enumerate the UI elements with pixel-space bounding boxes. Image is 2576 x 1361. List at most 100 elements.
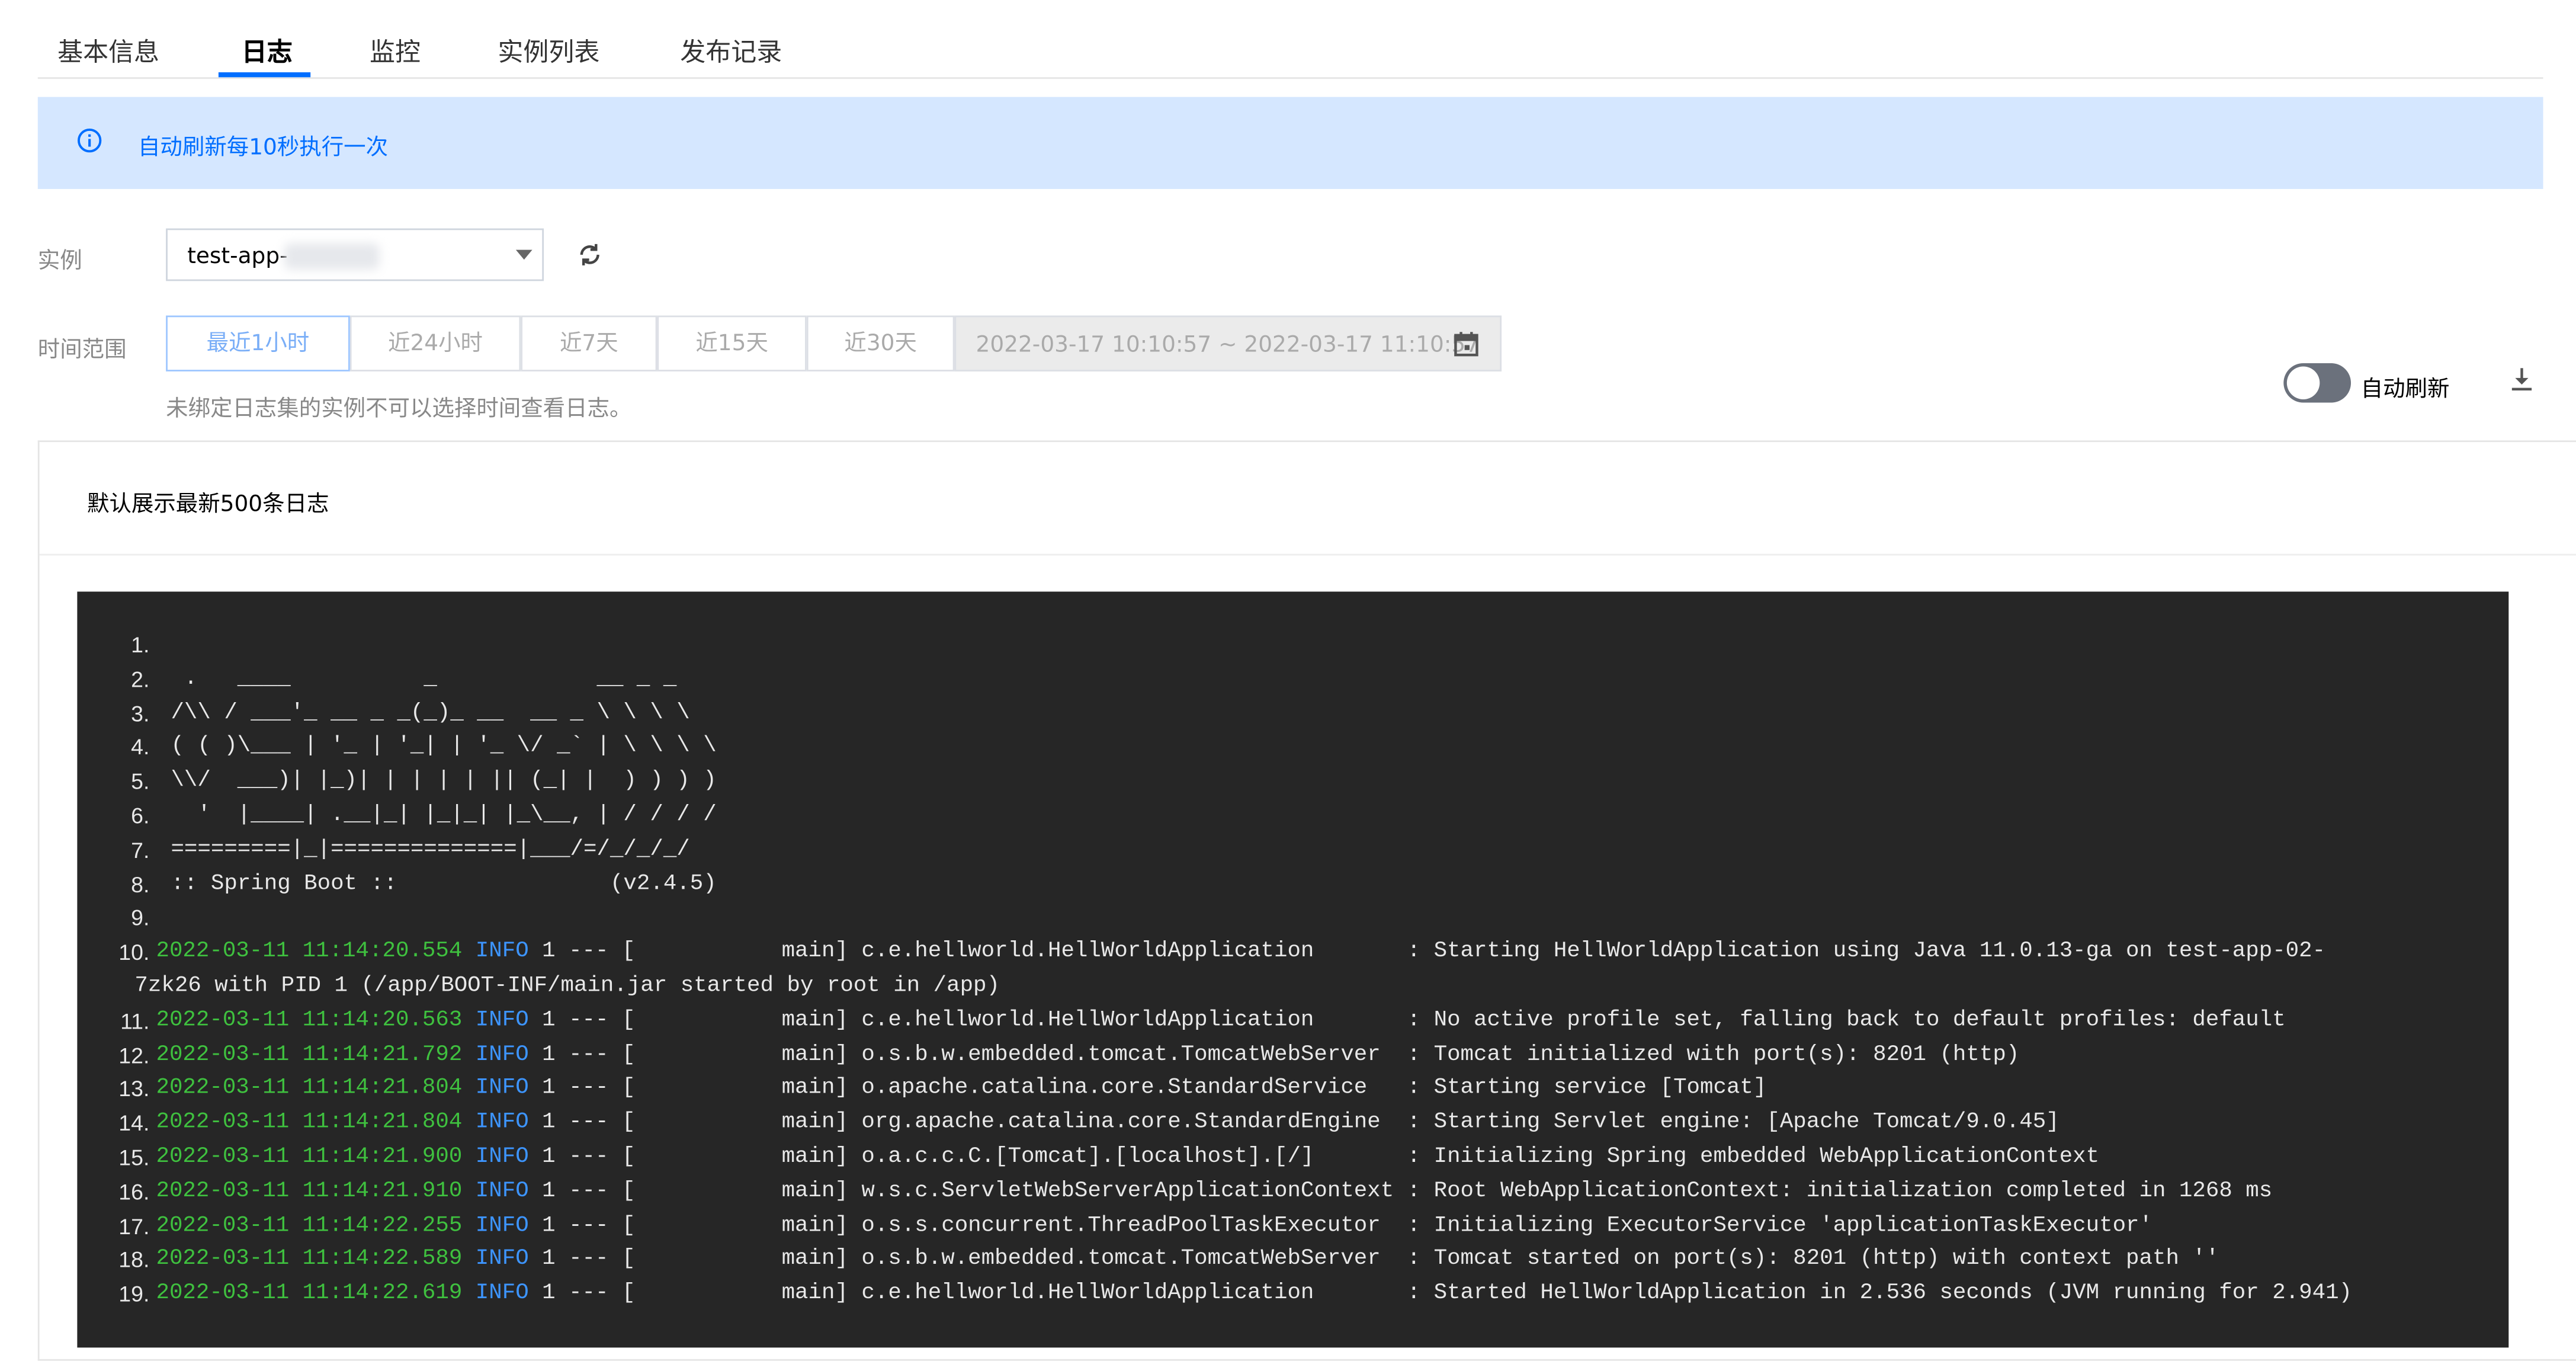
tab-release-history[interactable]: 发布记录 — [680, 33, 782, 69]
auto-refresh-notice: 自动刷新每10秒执行一次 — [37, 97, 2543, 189]
line-text: 2022-03-11 11:14:21.804 INFO 1 --- [ mai… — [156, 1111, 2059, 1136]
line-text: 7zk26 with PID 1 (/app/BOOT-INF/main.jar… — [134, 974, 1000, 1000]
line-text: \\/ ___)| |_)| | | | | || (_| | ) ) ) ) — [171, 769, 717, 795]
line-number: 6. — [131, 803, 150, 828]
line-text: 2022-03-11 11:14:22.619 INFO 1 --- [ mai… — [156, 1282, 2352, 1307]
line-number: 19. — [118, 1282, 150, 1307]
log-console[interactable]: 1. 2. . ____ _ __ _ _ 3. /\\ / ___'_ __ _ _… — [77, 591, 2509, 1348]
line-text: ( ( )\___ | '_ | '_| | '_ \/ _` | \ \ \ … — [171, 735, 717, 760]
log-timestamp: 2022-03-11 11:14:20.563 — [156, 1008, 476, 1034]
log-timestamp: 2022-03-11 11:14:21.910 — [156, 1179, 476, 1205]
line-number: 5. — [131, 769, 150, 795]
log-level: INFO — [475, 1213, 529, 1239]
line-text: =========|_|==============|___/=/_/_/_/ — [171, 837, 690, 863]
line-number: 15. — [118, 1145, 150, 1170]
tab-basic-info[interactable]: 基本信息 — [57, 33, 159, 69]
tab-logs[interactable]: 日志 — [242, 33, 293, 69]
tab-instance-list[interactable]: 实例列表 — [498, 33, 599, 69]
line-text: 2022-03-11 11:14:22.255 INFO 1 --- [ mai… — [156, 1214, 2152, 1239]
line-text: ' |____| .__|_| |_|_| |_\__, | / / / / — [171, 803, 717, 828]
log-message: 1 --- [ main] org.apache.catalina.core.S… — [528, 1111, 2059, 1136]
log-level: INFO — [475, 1077, 529, 1102]
log-level: INFO — [475, 1179, 529, 1205]
line-number: 4. — [131, 735, 150, 760]
time-option-30d[interactable]: 近30天 — [806, 315, 955, 372]
instance-label: 实例 — [37, 248, 82, 275]
line-number: 18. — [118, 1248, 150, 1273]
calendar-icon — [1454, 332, 1478, 357]
info-icon — [78, 128, 102, 153]
date-range-text: 2022-03-17 10:10:57 ~ 2022-03-17 11:10:5… — [976, 332, 1480, 358]
line-number: 1. — [131, 632, 150, 658]
chevron-down-icon — [515, 249, 532, 260]
log-panel-header: 默认展示最新500条日志 — [39, 442, 2576, 556]
time-option-7d[interactable]: 近7天 — [521, 315, 657, 372]
line-text: 2022-03-11 11:14:21.900 INFO 1 --- [ mai… — [156, 1145, 2099, 1170]
time-range-hint: 未绑定日志集的实例不可以选择时间查看日志。 — [166, 396, 632, 422]
log-message: 1 --- [ main] c.e.hellworld.HellWorldApp… — [528, 1008, 2286, 1034]
line-text: . ____ _ __ _ _ — [171, 667, 677, 692]
line-text: :: Spring Boot :: (v2.4.5) — [171, 872, 717, 897]
line-number: 9. — [131, 906, 150, 931]
line-number: 17. — [118, 1213, 150, 1239]
notice-text: 自动刷新每10秒执行一次 — [137, 135, 389, 161]
line-number: 13. — [118, 1077, 150, 1102]
log-timestamp: 2022-03-11 11:14:22.589 — [156, 1248, 476, 1273]
log-timestamp: 2022-03-11 11:14:21.900 — [156, 1145, 476, 1170]
time-option-24h[interactable]: 近24小时 — [349, 315, 521, 372]
auto-refresh-label: 自动刷新 — [2360, 376, 2450, 403]
log-level: INFO — [475, 1248, 529, 1273]
log-message: 1 --- [ main] o.a.c.c.C.[Tomcat].[localh… — [528, 1145, 2100, 1170]
log-level: INFO — [475, 1111, 529, 1136]
line-text: 2022-03-11 11:14:20.554 INFO 1 --- [ mai… — [156, 940, 2325, 965]
log-message: 1 --- [ main] c.e.hellworld.HellWorldApp… — [528, 1282, 2353, 1307]
line-text: 2022-03-11 11:14:21.804 INFO 1 --- [ mai… — [156, 1077, 1766, 1102]
line-number: 14. — [118, 1111, 150, 1136]
log-timestamp: 2022-03-11 11:14:22.255 — [156, 1213, 476, 1239]
toggle-knob — [2286, 366, 2320, 399]
log-message: 1 --- [ main] w.s.c.ServletWebServerAppl… — [528, 1179, 2273, 1205]
line-number: 3. — [131, 701, 150, 726]
time-range-label: 时间范围 — [37, 337, 127, 363]
auto-refresh-toggle[interactable] — [2283, 363, 2352, 403]
line-number: 10. — [118, 940, 150, 965]
line-text: 2022-03-11 11:14:21.792 INFO 1 --- [ mai… — [156, 1043, 2019, 1068]
line-number: 12. — [118, 1043, 150, 1068]
line-text: 2022-03-11 11:14:22.589 INFO 1 --- [ mai… — [156, 1248, 2219, 1273]
instance-select[interactable]: test-app- — [166, 228, 544, 281]
log-timestamp: 2022-03-11 11:14:21.804 — [156, 1111, 476, 1136]
log-level: INFO — [475, 1043, 529, 1068]
log-level: INFO — [475, 1145, 529, 1170]
time-option-1h[interactable]: 最近1小时 — [166, 315, 350, 372]
log-message: 1 --- [ main] o.s.s.concurrent.ThreadPoo… — [528, 1213, 2153, 1239]
log-level: INFO — [475, 940, 529, 965]
line-text: /\\ / ___'_ __ _ _(_)_ __ __ _ \ \ \ \ — [171, 701, 690, 726]
line-number: 8. — [131, 872, 150, 897]
log-message: 1 --- [ main] c.e.hellworld.HellWorldApp… — [528, 940, 2326, 965]
log-timestamp: 2022-03-11 11:14:22.619 — [156, 1282, 476, 1307]
line-number: 16. — [118, 1179, 150, 1205]
log-timestamp: 2022-03-11 11:14:21.804 — [156, 1077, 476, 1102]
log-level: INFO — [475, 1008, 529, 1034]
line-number: 7. — [131, 837, 150, 863]
date-range-picker[interactable]: 2022-03-17 10:10:57 ~ 2022-03-17 11:10:5… — [954, 315, 1502, 372]
line-number: 2. — [131, 667, 150, 692]
tab-monitoring[interactable]: 监控 — [370, 33, 421, 69]
log-panel-title: 默认展示最新500条日志 — [87, 491, 329, 518]
line-text: 2022-03-11 11:14:20.563 INFO 1 --- [ mai… — [156, 1008, 2285, 1033]
redacted-instance-suffix — [284, 243, 380, 270]
refresh-icon[interactable] — [575, 240, 605, 270]
active-tab-indicator — [218, 72, 311, 78]
log-message: 1 --- [ main] o.s.b.w.embedded.tomcat.To… — [528, 1043, 2020, 1068]
instance-select-value: test-app- — [187, 243, 288, 270]
tab-bar: 基本信息 日志 监控 实例列表 发布记录 — [37, 0, 2543, 79]
download-icon[interactable] — [2507, 365, 2537, 395]
page-root: 基本信息 日志 监控 实例列表 发布记录 自动刷新每10秒执行一次 实例 tes… — [0, 0, 2576, 1361]
log-message: 1 --- [ main] o.apache.catalina.core.Sta… — [528, 1077, 1767, 1102]
log-timestamp: 2022-03-11 11:14:21.792 — [156, 1043, 476, 1068]
line-number: 11. — [120, 1008, 150, 1034]
line-text: 2022-03-11 11:14:21.910 INFO 1 --- [ mai… — [156, 1180, 2272, 1205]
log-level: INFO — [475, 1282, 529, 1307]
time-option-15d[interactable]: 近15天 — [657, 315, 807, 372]
log-timestamp: 2022-03-11 11:14:20.554 — [156, 940, 476, 965]
